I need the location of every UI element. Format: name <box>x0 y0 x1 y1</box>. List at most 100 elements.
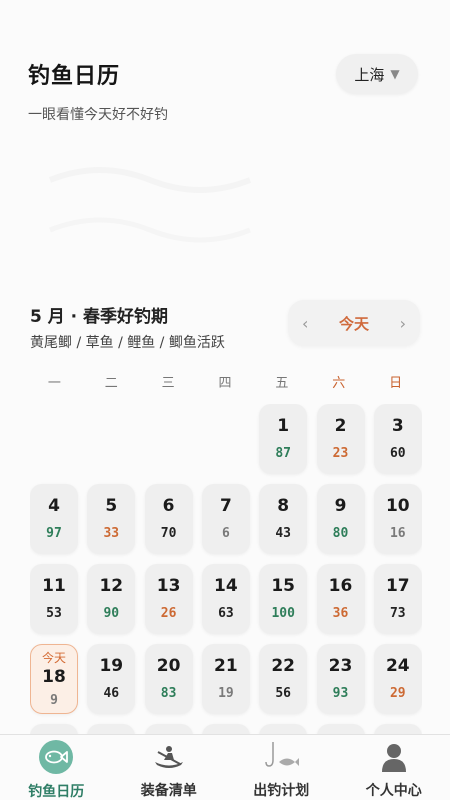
weekday-label: 一 <box>47 376 61 391</box>
fishing-score: 73 <box>389 606 406 621</box>
today-tag: 今天 <box>41 650 66 665</box>
calendar-day-today[interactable]: 今天 18 9 <box>30 644 78 714</box>
fishing-score: 19 <box>218 686 234 701</box>
fishing-score: 23 <box>332 446 349 461</box>
city-selector[interactable]: 上海 ▼ <box>336 54 418 94</box>
day-number: 7 <box>219 496 232 516</box>
calendar-day[interactable]: 3 60 <box>373 404 422 474</box>
hook-icon <box>265 741 300 767</box>
weekday-header: 一二三四五六日 <box>26 372 424 391</box>
hero-background-art <box>40 140 270 270</box>
calendar-day[interactable]: 5 33 <box>87 484 136 554</box>
prev-month-button[interactable]: ‹ <box>302 314 308 333</box>
day-number: 14 <box>214 576 238 596</box>
fishing-score: 36 <box>332 606 349 621</box>
weekday-label: 二 <box>104 376 118 391</box>
day-number: 23 <box>328 656 353 676</box>
weekday-label: 日 <box>389 376 403 391</box>
calendar-day[interactable]: 2913 <box>259 724 308 734</box>
calendar-day[interactable]: 3050 <box>316 724 365 734</box>
calendar-day[interactable]: 2876 <box>201 724 250 734</box>
fishing-score: 93 <box>332 686 349 701</box>
calendar-day[interactable]: 1 87 <box>259 404 308 474</box>
fishing-score: 100 <box>271 606 295 621</box>
day-number: 24 <box>385 656 410 676</box>
tab-label: 装备清单 <box>140 783 197 799</box>
day-number: 8 <box>277 496 290 516</box>
calendar-day[interactable]: 2740 <box>144 724 193 734</box>
calendar-day[interactable]: 16 36 <box>316 564 365 634</box>
fishing-score: 46 <box>103 686 120 701</box>
tab-profile[interactable]: 个人中心 <box>338 735 450 800</box>
next-month-button[interactable]: › <box>400 314 406 333</box>
tab-trip-plan[interactable]: 出钓计划 <box>225 735 338 800</box>
tab-label: 钓鱼日历 <box>28 784 85 800</box>
tab-gear-list[interactable]: 装备清单 <box>113 735 226 800</box>
calendar-day[interactable]: 24 29 <box>373 644 422 714</box>
fishing-score: 70 <box>160 526 177 541</box>
day-number: 10 <box>385 496 410 516</box>
active-fish-list: 黄尾鲫 / 草鱼 / 鲤鱼 / 鲫鱼活跃 <box>30 335 225 351</box>
day-number: 17 <box>385 576 410 596</box>
calendar-grid: 1 87 2 23 3 60 4 97 5 33 6 70 7 6 8 43 9 80 10 16 11 53 12 90 13… <box>30 404 422 734</box>
fish-icon <box>45 750 69 764</box>
person-icon <box>381 743 406 772</box>
day-number: 20 <box>156 656 181 676</box>
weekday-label: 四 <box>218 376 232 391</box>
calendar-day[interactable]: 14 63 <box>201 564 250 634</box>
today-button[interactable]: 今天 <box>339 313 369 334</box>
fishing-score: 60 <box>389 446 406 461</box>
calendar-day[interactable]: 23 93 <box>316 644 365 714</box>
calendar-day[interactable]: 13 26 <box>144 564 193 634</box>
chevron-down-icon: ▼ <box>390 67 400 81</box>
tab-calendar[interactable]: 钓鱼日历 <box>0 735 113 800</box>
weekday-label: 五 <box>275 376 289 391</box>
month-navigator: ‹ 今天 › <box>288 300 420 346</box>
day-number: 6 <box>162 496 175 516</box>
calendar-day[interactable]: 19 46 <box>87 644 136 714</box>
tab-label: 出钓计划 <box>253 783 310 799</box>
faint-wave-decoration <box>48 167 252 243</box>
fishing-score: 33 <box>103 526 120 541</box>
fishing-score: 29 <box>389 686 406 701</box>
fishing-score: 90 <box>103 606 120 621</box>
fishing-score: 87 <box>275 446 292 461</box>
day-number: 15 <box>271 576 296 596</box>
calendar-day[interactable]: 20 83 <box>144 644 193 714</box>
day-number: 9 <box>334 496 347 516</box>
fishing-score: 53 <box>46 606 62 621</box>
calendar-day[interactable]: 76 <box>201 484 250 554</box>
fishing-score: 26 <box>160 606 177 621</box>
day-number: 2 <box>334 416 347 436</box>
calendar-day[interactable]: 11 53 <box>30 564 78 634</box>
calendar-day[interactable]: 4 97 <box>30 484 78 554</box>
fishing-score: 97 <box>46 526 62 541</box>
calendar-day[interactable]: 2566 <box>30 724 78 734</box>
calendar-day[interactable]: 2 23 <box>316 404 365 474</box>
page-subtitle: 一眼看懂今天好不好钓 <box>28 107 168 123</box>
calendar-day[interactable]: 15 100 <box>259 564 308 634</box>
calendar-day[interactable]: 263 <box>87 724 136 734</box>
day-number: 22 <box>271 656 296 676</box>
fishing-score: 6 <box>221 526 230 541</box>
day-number: 11 <box>42 576 66 596</box>
month-title: 5 月 · 春季好钓期 <box>30 307 169 327</box>
day-number: 19 <box>99 656 124 676</box>
city-name: 上海 <box>354 65 385 84</box>
calendar-day[interactable]: 6 70 <box>144 484 193 554</box>
calendar-day[interactable]: 8 43 <box>259 484 308 554</box>
calendar-day[interactable]: 10 16 <box>373 484 422 554</box>
calendar-day[interactable]: 17 73 <box>373 564 422 634</box>
calendar-day[interactable]: 9 80 <box>316 484 365 554</box>
calendar-day[interactable]: 12 90 <box>87 564 136 634</box>
day-number: 4 <box>48 496 60 516</box>
calendar-day[interactable]: 3186 <box>373 724 422 734</box>
calendar-day[interactable]: 22 56 <box>259 644 308 714</box>
calendar-day[interactable]: 21 19 <box>201 644 250 714</box>
weekday-label: 六 <box>332 376 346 391</box>
fishing-score: 83 <box>160 686 177 701</box>
day-number: 1 <box>277 416 290 436</box>
day-number: 5 <box>105 496 118 516</box>
fishing-score: 9 <box>50 692 58 708</box>
day-number: 18 <box>42 666 66 687</box>
